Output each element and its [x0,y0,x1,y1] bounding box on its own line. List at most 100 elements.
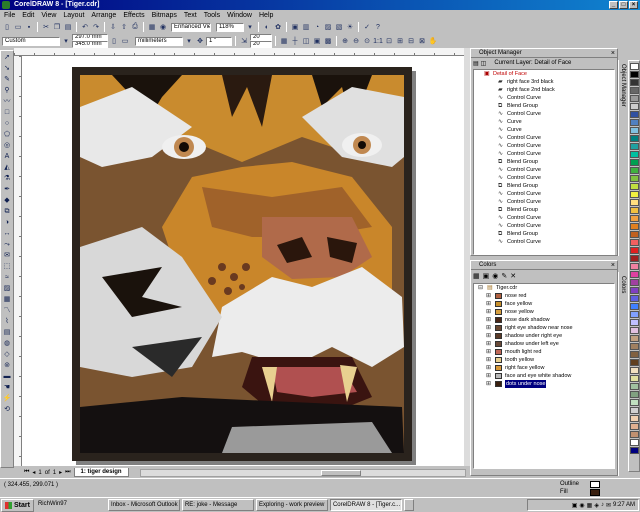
palette-swatch[interactable] [629,175,639,182]
collapse-icon[interactable]: ⊟ [478,285,484,291]
menu-window[interactable]: Window [227,12,252,19]
connector-tool-icon[interactable]: ⤳ [2,240,13,250]
maximize-button[interactable]: □ [619,1,628,9]
new-layer-icon[interactable]: ▤ [473,60,479,67]
menu-text[interactable]: Text [184,12,197,19]
object-manager-close-icon[interactable]: × [611,49,615,58]
palette-swatch[interactable] [629,247,639,254]
palette-swatch[interactable] [629,263,639,270]
palette-swatch[interactable] [629,351,639,358]
nudge-offset-field[interactable]: 1 " [206,36,232,46]
text-tool-icon[interactable]: A [2,152,13,162]
rectangle-tool-icon[interactable]: □ [2,108,13,118]
menu-bitmaps[interactable]: Bitmaps [152,12,177,19]
object-tree-item[interactable]: ∿ Control Curve [474,94,614,102]
expand-icon[interactable]: ⊞ [486,341,492,347]
palette-swatch[interactable] [629,367,639,374]
landscape-icon[interactable]: ▭ [120,36,130,46]
palette-swatch[interactable] [629,391,639,398]
expand-icon[interactable]: ⊞ [486,309,492,315]
expand-icon[interactable]: ⊞ [486,381,492,387]
page-height-field[interactable]: 345.0 mm [72,41,108,48]
object-tree-item[interactable]: ∿ Control Curve [474,214,614,222]
zoom-tool-icon[interactable]: ⚲ [2,86,13,96]
palette-swatch[interactable] [629,223,639,230]
treat-filled-icon[interactable]: ▩ [323,36,333,46]
palette-swatch[interactable] [629,335,639,342]
object-tree-item[interactable]: ∿ Control Curve [474,222,614,230]
spiral-tool-icon[interactable]: ◎ [2,141,13,151]
docker-toggle-icon[interactable]: ▣ [290,22,300,32]
interactive-blend-tool-icon[interactable]: ⧉ [2,207,13,217]
duplicate-x-field[interactable]: 20 " [250,34,272,41]
palette-swatch[interactable] [629,119,639,126]
color-style-item[interactable]: ⊞ dots under nose [474,380,614,388]
zoom-width-icon[interactable]: ⊟ [406,36,416,46]
transparency-tool-icon[interactable]: ◐ [262,22,272,32]
palette-swatch[interactable] [629,383,639,390]
nudge-icon[interactable]: ✥ [195,36,205,46]
palette-swatch[interactable] [629,359,639,366]
palette-swatch[interactable] [629,439,639,446]
menu-edit[interactable]: Edit [22,12,34,19]
paste-icon[interactable]: ▤ [63,22,73,32]
dimension-tool-icon[interactable]: ↔ [2,229,13,239]
expand-icon[interactable]: ⊞ [486,365,492,371]
page-size-dropdown-icon[interactable]: ▾ [61,36,71,46]
prev-page-icon[interactable]: ◂ [32,469,35,476]
palette-swatch[interactable] [629,71,639,78]
interactive-fill-tool-icon[interactable]: ◭ [2,163,13,173]
layer-view-icon[interactable]: ◫ [481,60,487,67]
palette-swatch[interactable] [629,343,639,350]
minimize-button[interactable]: _ [609,1,618,9]
palette-swatch[interactable] [629,151,639,158]
palette-swatch[interactable] [629,319,639,326]
colors-tree-root[interactable]: ⊟ ▤ Tiger.cdr [474,284,614,292]
polygon-tool-icon[interactable]: ⬠ [2,130,13,140]
perspective-tool-icon[interactable]: ◇ [2,350,13,360]
view-quality-select[interactable]: Enhanced View [171,22,211,32]
palette-swatch[interactable] [629,215,639,222]
palette-swatch[interactable] [629,135,639,142]
object-tree-item[interactable]: ∿ Control Curve [474,150,614,158]
last-page-icon[interactable]: ⏭ [65,469,70,476]
envelope-tool-icon[interactable]: ✉ [2,251,13,261]
close-button[interactable]: × [629,1,638,9]
object-tree-item[interactable]: ∿ Control Curve [474,110,614,118]
tray-icon-b[interactable]: ◉ [579,502,584,509]
color-delete-icon[interactable]: ✕ [510,272,516,280]
lens-tool-icon[interactable]: ◍ [2,339,13,349]
palette-swatch[interactable] [629,231,639,238]
color-style-item[interactable]: ⊞ face yellow [474,300,614,308]
palette-swatch[interactable] [629,207,639,214]
menu-help[interactable]: Help [259,12,273,19]
print-icon[interactable]: ⎙ [130,22,140,32]
portrait-icon[interactable]: ▯ [109,36,119,46]
shape-tool-icon[interactable]: ➘ [2,64,13,74]
transparency-tool-icon[interactable]: ◑ [2,218,13,228]
palette-swatch[interactable] [629,191,639,198]
color-palette-tool-icon[interactable]: ▤ [2,328,13,338]
eraser-tool-icon[interactable]: ▬ [2,372,13,382]
contour-tool-icon[interactable]: ⊚ [2,361,13,371]
object-tree-item[interactable]: ∿ Curve [474,118,614,126]
bulb-icon[interactable]: ☀ [345,22,355,32]
palette-swatch[interactable] [629,255,639,262]
task-joke-message[interactable]: RE: joke - Message [181,499,254,511]
eyedropper-tool-icon[interactable]: ⚗ [2,174,13,184]
new-color-icon[interactable]: ▦ [473,272,480,280]
new-icon[interactable]: ▯ [2,22,12,32]
color-style-item[interactable]: ⊞ face and eye white shadow [474,372,614,380]
freehand-tool-icon[interactable]: 〰 [2,97,13,107]
object-tree-item[interactable]: ∿ Control Curve [474,238,614,246]
snap-grid-icon[interactable]: ▦ [279,36,289,46]
menu-view[interactable]: View [41,12,56,19]
spell-check-icon[interactable]: ✓ [362,22,372,32]
palette-swatch[interactable] [629,311,639,318]
color-style-item[interactable]: ⊞ right eye shadow near nose [474,324,614,332]
object-tree-item[interactable]: ⧉ Blend Group [474,158,614,166]
help-icon[interactable]: ? [373,22,383,32]
knife-tool-icon[interactable]: ✎ [2,75,13,85]
expand-icon[interactable]: ⊞ [486,373,492,379]
undo-icon[interactable]: ↶ [80,22,90,32]
